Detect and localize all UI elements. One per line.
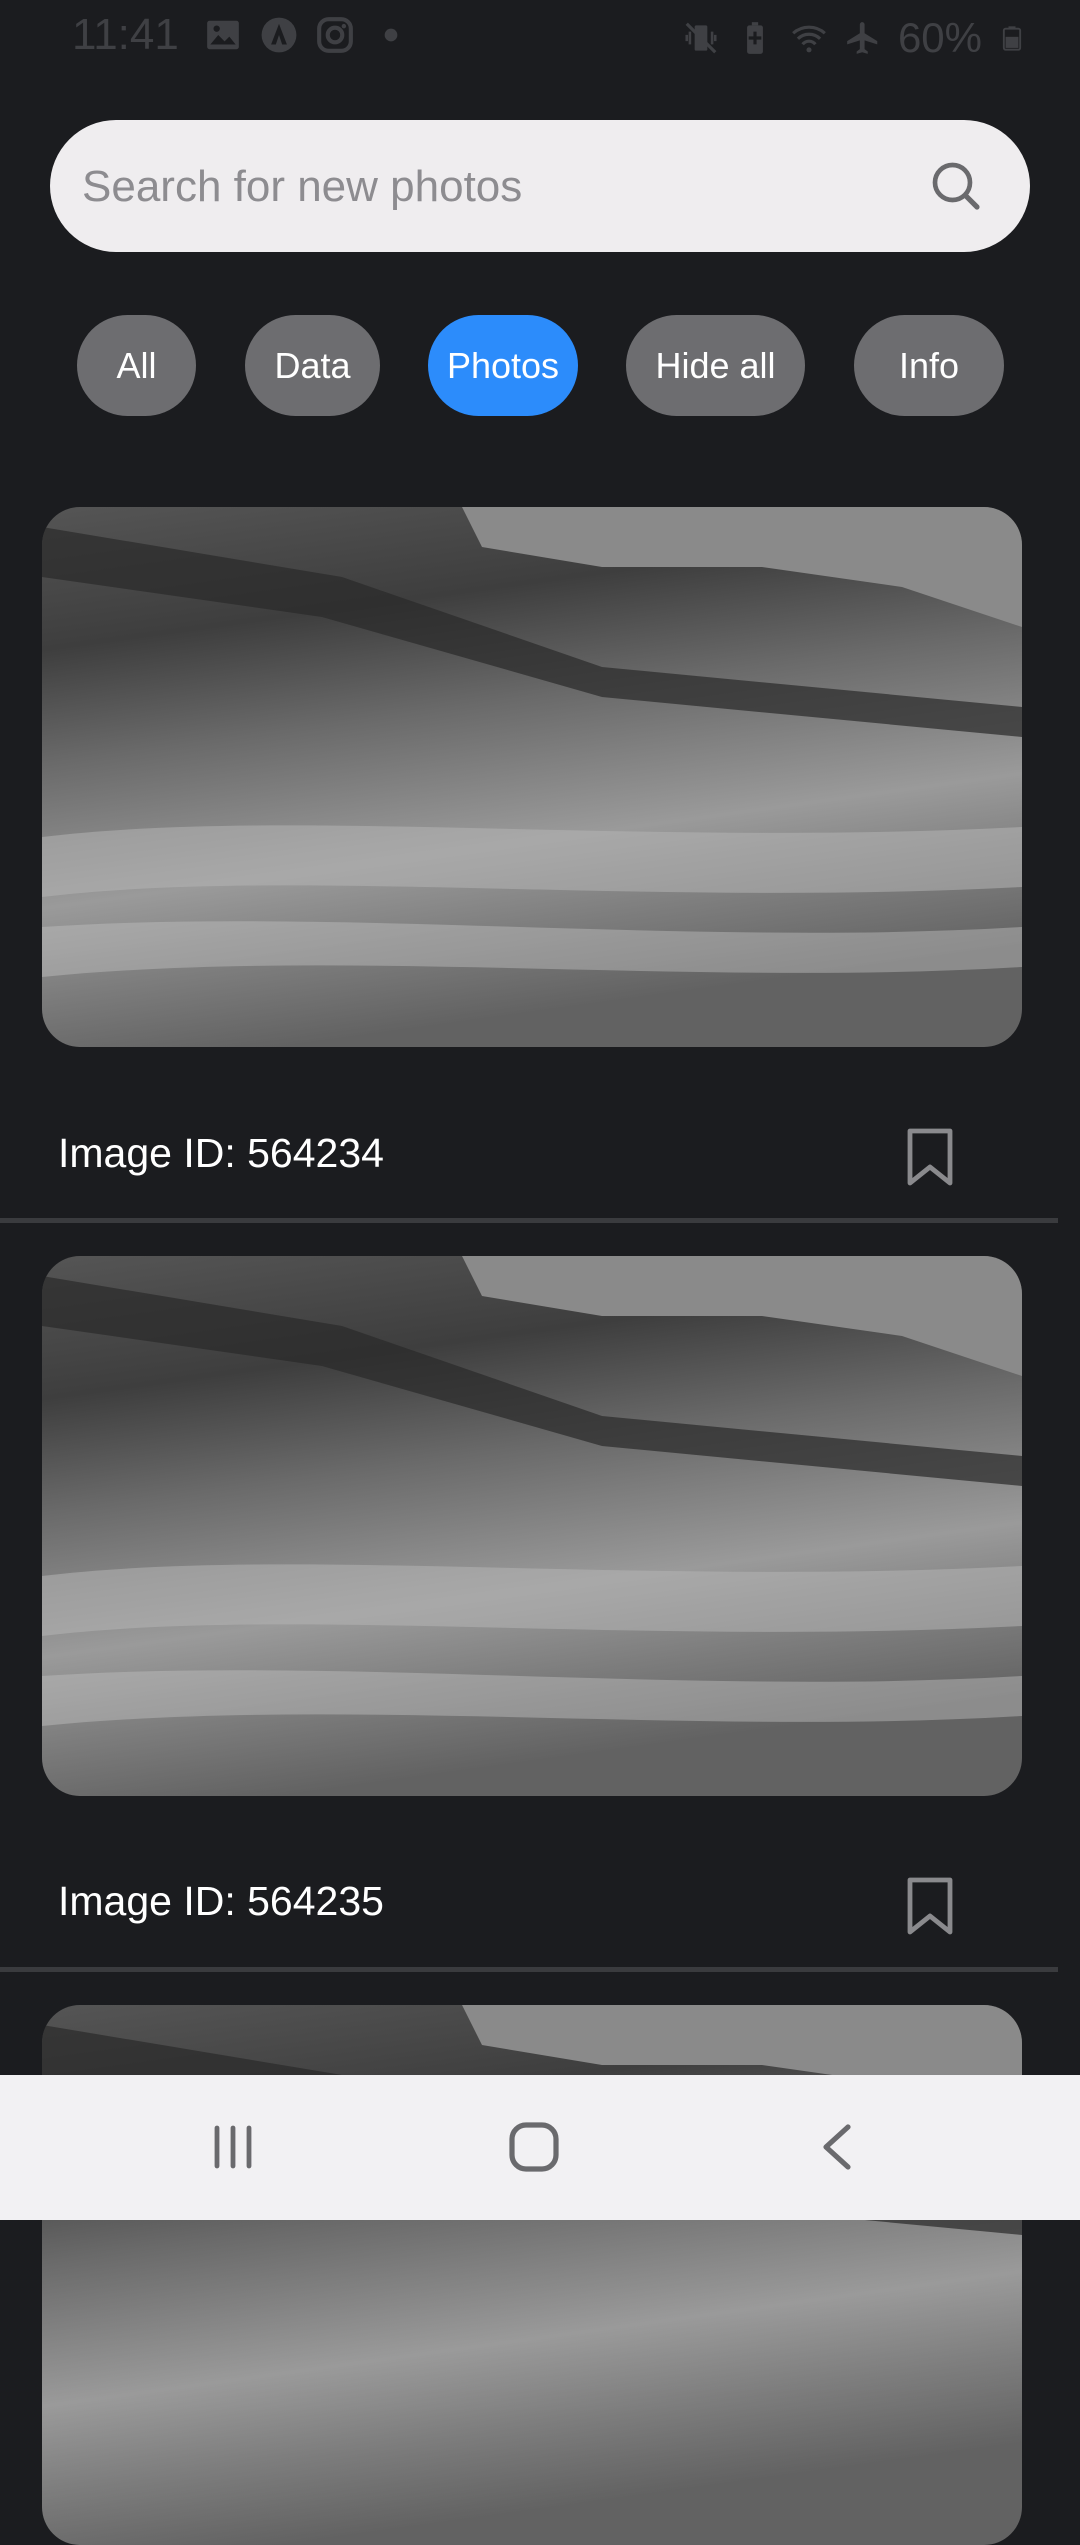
home-icon	[509, 2122, 559, 2172]
app-a-icon	[261, 17, 297, 53]
battery-icon	[1002, 26, 1022, 51]
battery-percent: 60%	[897, 14, 982, 61]
recent-apps-button[interactable]	[193, 2115, 273, 2179]
vibrate-icon	[685, 22, 717, 54]
dot-icon	[384, 28, 398, 42]
photo-thumbnail[interactable]	[42, 1256, 1022, 1796]
image-id-label: Image ID: 564235	[58, 1878, 384, 1924]
search-input[interactable]	[80, 120, 904, 254]
image-id-label: Image ID: 564234	[58, 1130, 384, 1176]
filter-chip-photos[interactable]: Photos	[428, 315, 578, 416]
bookmark-icon[interactable]	[906, 1127, 954, 1187]
filter-chip-all[interactable]: All	[77, 315, 196, 416]
status-time: 11:41	[72, 10, 179, 59]
back-button[interactable]	[796, 2115, 876, 2179]
terrain-image	[42, 507, 1022, 1047]
divider	[0, 1218, 1058, 1223]
battery-saver-icon	[747, 22, 763, 54]
terrain-image	[42, 1256, 1022, 1796]
filter-chip-data[interactable]: Data	[245, 315, 380, 416]
search-bar[interactable]	[50, 120, 1030, 254]
home-button[interactable]	[494, 2115, 574, 2179]
filter-chip-info[interactable]: Info	[854, 315, 1004, 416]
status-bar: 11:41 60%	[0, 0, 1080, 76]
recent-apps-icon	[214, 2125, 252, 2169]
instagram-icon	[317, 17, 353, 53]
search-icon[interactable]	[928, 158, 984, 214]
divider	[0, 1967, 1058, 1972]
photo-thumbnail[interactable]	[42, 507, 1022, 1047]
wifi-icon	[792, 25, 826, 53]
bookmark-icon[interactable]	[906, 1876, 954, 1936]
filter-chip-hide-all[interactable]: Hide all	[626, 315, 805, 416]
system-navigation-bar	[0, 2075, 1080, 2220]
airplane-icon	[847, 22, 878, 54]
back-icon	[823, 2124, 851, 2170]
gallery-icon	[207, 20, 239, 50]
